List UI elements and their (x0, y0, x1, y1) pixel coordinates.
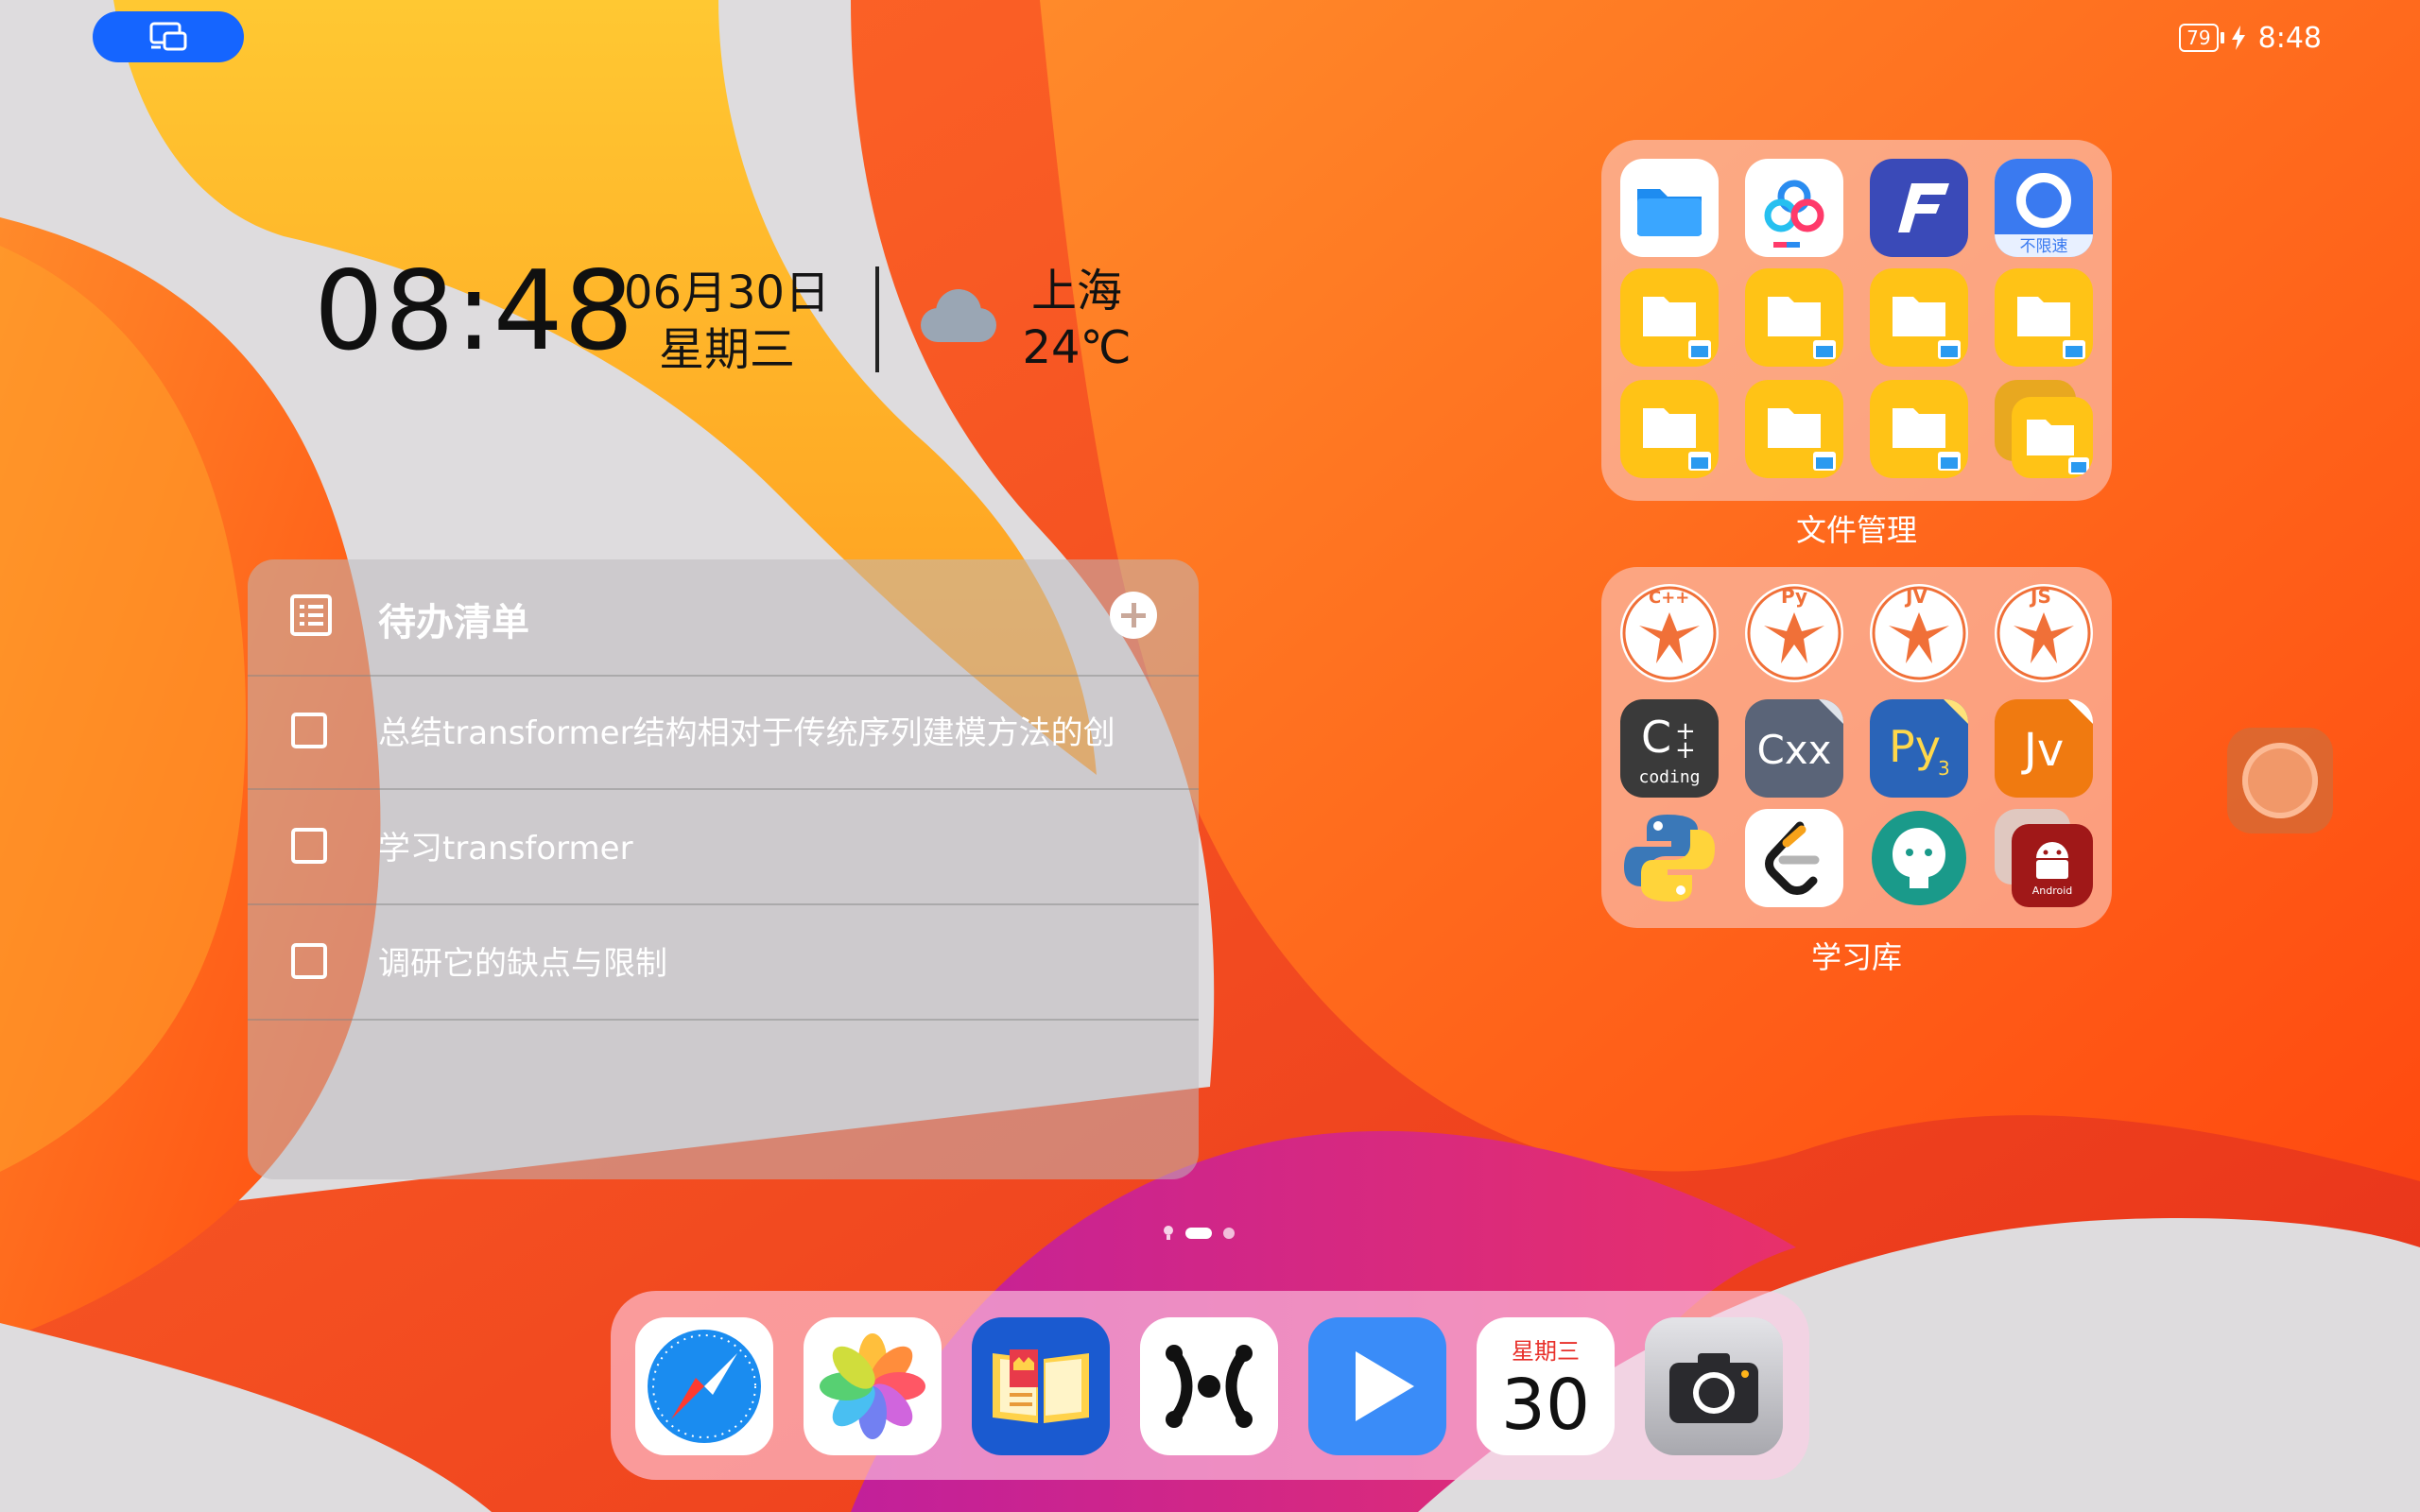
xunlei-badge-text: 不限速 (2020, 237, 2068, 256)
widget-divider (875, 266, 879, 372)
calendar-weekday: 星期三 (1512, 1338, 1580, 1365)
todo-item-text: 学习transformer (378, 830, 633, 868)
todo-header: 待办清单 (248, 559, 1199, 677)
status-time: 8:48 (2257, 21, 2322, 55)
android-dev-icon[interactable]: Android (1995, 809, 2093, 907)
bird-label: C++ (1649, 588, 1689, 608)
xunlei-icon[interactable]: 不限速 (1995, 159, 2093, 257)
python-icon[interactable] (1620, 809, 1719, 907)
todo-checkbox[interactable] (291, 828, 327, 864)
list-icon (290, 594, 332, 636)
folder-shortcut-icon[interactable] (1995, 268, 2093, 367)
todo-item[interactable]: 调研它的缺点与限制 (248, 905, 1199, 1021)
date-text: 06月30日 (623, 266, 831, 319)
photos-icon[interactable] (804, 1317, 942, 1455)
py3-label: Py (1889, 721, 1941, 772)
jv-label: Jv (2021, 724, 2065, 777)
charging-bolt-icon (2231, 26, 2245, 50)
py3-icon[interactable]: Py 3 (1870, 699, 1968, 798)
floating-assistive-button[interactable] (2227, 728, 2333, 833)
page-dot[interactable] (1223, 1228, 1235, 1239)
leetcode-icon[interactable] (1745, 809, 1843, 907)
todo-checkbox[interactable] (291, 713, 327, 748)
folder-shortcut-icon[interactable] (1620, 380, 1719, 478)
screen-mirror-icon (149, 22, 187, 51)
calendar-day: 30 (1501, 1365, 1590, 1446)
py-bird-icon[interactable]: Py (1745, 584, 1843, 682)
page-indicator[interactable] (1163, 1225, 1235, 1242)
camera-icon[interactable] (1645, 1317, 1783, 1455)
mind-map-icon[interactable] (1140, 1317, 1278, 1455)
folder-file-manager[interactable]: 不限速 (1601, 140, 2112, 501)
svg-text:C: C (1641, 712, 1671, 763)
calendar-icon[interactable]: 星期三 30 (1477, 1317, 1615, 1455)
books-icon[interactable] (972, 1317, 1110, 1455)
date-display: 06月30日 星期三 (618, 265, 836, 378)
svg-text:+: + (1675, 736, 1696, 765)
video-play-icon[interactable] (1308, 1317, 1446, 1455)
baidu-netdisk-icon[interactable] (1745, 159, 1843, 257)
todo-item-text: 调研它的缺点与限制 (378, 945, 667, 983)
folder-shortcut-icon[interactable] (1745, 268, 1843, 367)
cxx-icon[interactable]: Cxx (1745, 699, 1843, 798)
cloud-icon (921, 289, 996, 342)
todo-title: 待办清单 (378, 601, 529, 644)
folder-stack-icon[interactable] (1995, 380, 2093, 478)
floating-ring-icon (2242, 743, 2318, 818)
cxx-label: Cxx (1756, 727, 1831, 773)
todo-item-text: 总结transformer结构相对于传统序列建模方法的创 (378, 714, 1115, 752)
todo-widget: 待办清单 总结transformer结构相对于传统序列建模方法的创 学习tran… (248, 559, 1199, 1179)
todo-item[interactable]: 学习transformer (248, 790, 1199, 905)
safari-icon[interactable] (635, 1317, 773, 1455)
js-bird-icon[interactable]: JS (1995, 584, 2093, 682)
fe-file-explorer-icon[interactable] (1870, 159, 1968, 257)
folder-shortcut-icon[interactable] (1620, 268, 1719, 367)
folder-shortcut-icon[interactable] (1870, 380, 1968, 478)
github-icon[interactable] (1870, 809, 1968, 907)
weekday-text: 星期三 (658, 323, 795, 376)
svg-text:3: 3 (1938, 757, 1950, 780)
c-coding-icon[interactable]: C + + coding (1620, 699, 1719, 798)
city-name: 上海 (1030, 265, 1122, 318)
bird-label: JS (2029, 585, 2051, 608)
coding-label: coding (1638, 767, 1700, 787)
todo-item[interactable]: 总结transformer结构相对于传统序列建模方法的创 (248, 675, 1199, 790)
android-label: Android (2032, 885, 2073, 897)
clock-time[interactable]: 08:48 (314, 257, 634, 367)
bird-label: JV (1904, 585, 1927, 608)
temperature: 24℃ (1022, 321, 1132, 374)
battery-indicator: 79 (2179, 24, 2225, 52)
todo-checkbox[interactable] (291, 943, 327, 979)
page-dot-active[interactable] (1185, 1228, 1212, 1239)
weather-info[interactable]: 上海 24℃ (1015, 263, 1138, 376)
jv-icon[interactable]: Jv (1995, 699, 2093, 798)
bird-label: Py (1781, 585, 1807, 608)
folder-shortcut-icon[interactable] (1745, 380, 1843, 478)
add-todo-button[interactable] (1110, 592, 1157, 639)
folder-label-study-library: 学习库 (1810, 939, 1902, 975)
lightbulb-icon (1164, 1226, 1173, 1240)
folder-shortcut-icon[interactable] (1870, 268, 1968, 367)
cpp-bird-icon[interactable]: C++ (1620, 584, 1719, 682)
folder-study-library[interactable]: C++ Py JV JS C + + coding Cxx Py 3 Jv Androi… (1601, 567, 2112, 928)
files-app-icon[interactable] (1620, 159, 1719, 257)
folder-label-file-manager: 文件管理 (1795, 512, 1917, 548)
jv-bird-icon[interactable]: JV (1870, 584, 1968, 682)
screen-projection-button[interactable] (93, 11, 244, 62)
status-bar: 79 8:48 (2179, 19, 2322, 57)
